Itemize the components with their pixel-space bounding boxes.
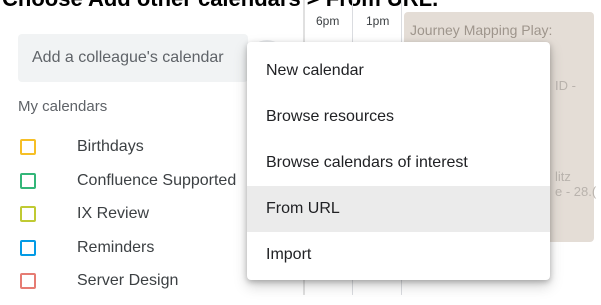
time-label: 6pm <box>316 14 340 28</box>
calendar-label: IX Review <box>77 205 150 222</box>
event-text-fragment: litz <box>555 169 571 184</box>
menu-item-import[interactable]: Import <box>247 232 550 278</box>
event-text-fragment: ID - <box>555 78 576 93</box>
calendar-label: Birthdays <box>77 138 144 155</box>
menu-item-new-calendar[interactable]: New calendar <box>247 48 550 94</box>
calendar-checkbox[interactable] <box>20 206 36 222</box>
calendar-label: Confluence Supported <box>77 171 237 189</box>
add-other-calendars-menu: New calendar Browse resources Browse cal… <box>247 42 550 280</box>
calendar-checkbox[interactable] <box>20 273 36 289</box>
menu-item-from-url[interactable]: From URL <box>247 186 550 232</box>
calendar-checkbox[interactable] <box>20 239 36 256</box>
event-text-fragment: e - 28.( <box>555 184 597 199</box>
calendar-checkbox[interactable] <box>20 139 36 155</box>
my-calendars-title: My calendars <box>18 98 108 115</box>
calendar-label: Server Design <box>77 272 179 289</box>
event-title: Journey Mapping Play: <box>410 22 553 38</box>
colleague-calendar-search[interactable]: Add a colleague's calendar <box>18 34 248 82</box>
time-label: 1pm <box>366 14 390 28</box>
menu-item-browse-resources[interactable]: Browse resources <box>247 94 550 140</box>
menu-item-browse-calendars-of-interest[interactable]: Browse calendars of interest <box>247 140 550 186</box>
calendar-checkbox[interactable] <box>20 172 36 189</box>
calendar-label: Reminders <box>77 238 155 256</box>
search-placeholder: Add a colleague's calendar <box>32 49 224 66</box>
